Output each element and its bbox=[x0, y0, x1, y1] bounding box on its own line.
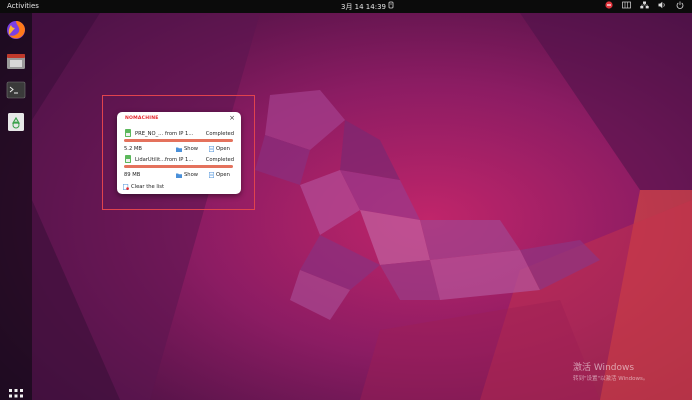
transfer-source: from IP 1... bbox=[165, 131, 194, 137]
folder-icon bbox=[176, 173, 182, 178]
file-icon bbox=[125, 129, 131, 137]
network-bars-icon[interactable] bbox=[622, 1, 631, 11]
progress-bar bbox=[124, 139, 233, 142]
show-button[interactable]: Show bbox=[176, 146, 198, 152]
activities-button[interactable]: Activities bbox=[7, 2, 39, 10]
desktop: Activities 3月 14 14:39 NOMACHINE × PRE_N… bbox=[0, 0, 692, 400]
watermark-title: 激活 Windows bbox=[573, 363, 635, 373]
activation-watermark: 激活 Windows 转到"设置"以激活 Windows。 bbox=[573, 360, 648, 382]
terminal-icon[interactable] bbox=[5, 79, 27, 101]
clear-list-button[interactable]: Clear the list bbox=[123, 184, 164, 190]
progress-bar bbox=[124, 165, 233, 168]
transfer-row: PRE_NO_... from IP 1... Completed 5.2 MB… bbox=[122, 129, 236, 156]
dock bbox=[0, 13, 32, 400]
open-label: Open bbox=[216, 146, 230, 152]
files-icon[interactable] bbox=[5, 50, 27, 72]
transfer-row: LidarUtilit... from IP 1... Completed 89… bbox=[122, 155, 236, 182]
watermark-subtitle: 转到"设置"以激活 Windows。 bbox=[573, 376, 649, 382]
power-icon[interactable] bbox=[676, 1, 684, 11]
open-label: Open bbox=[216, 172, 230, 178]
firefox-icon[interactable] bbox=[5, 19, 27, 41]
open-button[interactable]: Open bbox=[209, 146, 230, 152]
system-tray[interactable] bbox=[605, 1, 684, 11]
document-icon bbox=[209, 146, 214, 152]
open-button[interactable]: Open bbox=[209, 172, 230, 178]
no-entry-icon[interactable] bbox=[605, 1, 613, 11]
file-name: PRE_NO_... bbox=[135, 131, 164, 137]
trash-icon[interactable] bbox=[5, 111, 27, 133]
clear-list-icon bbox=[123, 184, 129, 190]
notification-icon bbox=[388, 1, 394, 11]
close-button[interactable]: × bbox=[229, 114, 235, 122]
transfer-status: Completed bbox=[205, 131, 234, 137]
clock[interactable]: 3月 14 14:39 bbox=[341, 2, 386, 12]
document-icon bbox=[209, 172, 214, 178]
folder-icon bbox=[176, 147, 182, 152]
grid-icon[interactable] bbox=[9, 388, 23, 400]
show-button[interactable]: Show bbox=[176, 172, 198, 178]
nomachine-logo: NOMACHINE bbox=[125, 116, 159, 121]
show-label: Show bbox=[184, 172, 198, 178]
top-bar: Activities 3月 14 14:39 bbox=[0, 0, 692, 13]
file-transfer-notification: NOMACHINE × PRE_NO_... from IP 1... Comp… bbox=[117, 112, 241, 194]
file-size: 5.2 MB bbox=[124, 146, 142, 152]
network-icon[interactable] bbox=[640, 1, 649, 11]
file-size: 89 MB bbox=[124, 172, 141, 178]
transfer-source: from IP 1... bbox=[165, 157, 194, 163]
file-icon bbox=[125, 155, 131, 163]
transfer-status: Completed bbox=[205, 157, 234, 163]
clear-list-label: Clear the list bbox=[131, 184, 164, 190]
file-name: LidarUtilit... bbox=[135, 157, 166, 163]
speaker-icon[interactable] bbox=[658, 1, 667, 11]
show-label: Show bbox=[184, 146, 198, 152]
